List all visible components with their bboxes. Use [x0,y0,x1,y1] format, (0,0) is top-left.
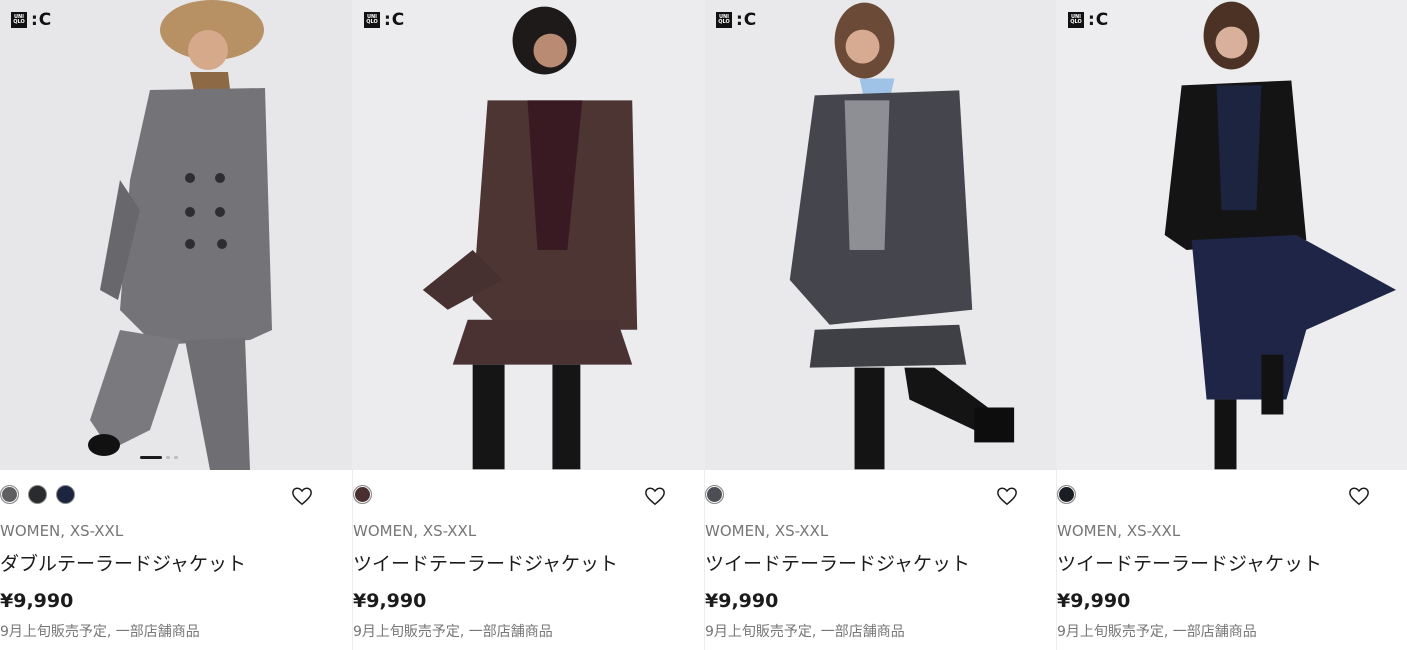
product-meta: WOMEN, XS-XXL [0,522,124,540]
color-swatches [353,485,372,504]
color-swatches [0,485,75,504]
color-swatch[interactable] [0,485,19,504]
color-swatch[interactable] [705,485,724,504]
model-photo [353,0,704,470]
product-meta: WOMEN, XS-XXL [353,522,477,540]
brand-label: :C [31,10,53,30]
brand-label: :C [384,10,406,30]
uniqlo-logo-box: UNI QLO [1068,12,1084,28]
product-name[interactable]: ツイードテーラードジャケット [1057,549,1322,576]
color-swatches [705,485,724,504]
product-meta: WOMEN, XS-XXL [1057,522,1181,540]
color-swatch[interactable] [56,485,75,504]
product-price: ¥9,990 [0,590,74,612]
product-card[interactable]: UNI QLO :C WOMEN, XS-XXL ツイードテーラードジャケット … [704,0,1056,650]
product-image[interactable]: UNI QLO :C [705,0,1056,470]
product-card[interactable]: UNI QLO :C WOMEN, XS-XXL ツイードテーラードジャケット … [1056,0,1407,650]
product-price: ¥9,990 [705,590,779,612]
product-image[interactable]: UNI QLO :C [1057,0,1407,470]
product-price: ¥9,990 [353,590,427,612]
uniqlo-logo-box: UNI QLO [11,12,27,28]
brand-logo: UNI QLO :C [1068,10,1109,30]
image-carousel-indicator[interactable] [140,456,178,459]
color-swatch[interactable] [1057,485,1076,504]
brand-logo: UNI QLO :C [364,10,405,30]
model-photo [1057,0,1407,470]
availability-note: 9月上旬販売予定, 一部店舗商品 [0,624,200,640]
product-card[interactable]: UNI QLO :C WOMEN, XS-XXL ダブルテーラードジャケット ¥… [0,0,352,650]
product-name[interactable]: ツイードテーラードジャケット [705,549,970,576]
availability-note: 9月上旬販売予定, 一部店舗商品 [353,624,553,640]
heart-icon[interactable] [291,485,313,507]
product-name[interactable]: ダブルテーラードジャケット [0,549,246,576]
heart-icon[interactable] [1348,485,1370,507]
brand-logo: UNI QLO :C [11,10,52,30]
uniqlo-logo-box: UNI QLO [716,12,732,28]
brand-label: :C [1088,10,1110,30]
product-meta: WOMEN, XS-XXL [705,522,829,540]
product-image[interactable]: UNI QLO :C [353,0,704,470]
product-card[interactable]: UNI QLO :C WOMEN, XS-XXL ツイードテーラードジャケット [352,0,704,650]
color-swatches [1057,485,1076,504]
uniqlo-logo-box: UNI QLO [364,12,380,28]
product-name[interactable]: ツイードテーラードジャケット [353,549,618,576]
color-swatch[interactable] [353,485,372,504]
product-image[interactable]: UNI QLO :C [0,0,352,470]
model-photo [0,0,352,470]
brand-label: :C [736,10,758,30]
availability-note: 9月上旬販売予定, 一部店舗商品 [1057,624,1257,640]
availability-note: 9月上旬販売予定, 一部店舗商品 [705,624,905,640]
product-price: ¥9,990 [1057,590,1131,612]
product-grid: UNI QLO :C WOMEN, XS-XXL ダブルテーラードジャケット ¥… [0,0,1407,650]
brand-logo: UNI QLO :C [716,10,757,30]
heart-icon[interactable] [644,485,666,507]
model-photo [705,0,1056,470]
color-swatch[interactable] [28,485,47,504]
heart-icon[interactable] [996,485,1018,507]
